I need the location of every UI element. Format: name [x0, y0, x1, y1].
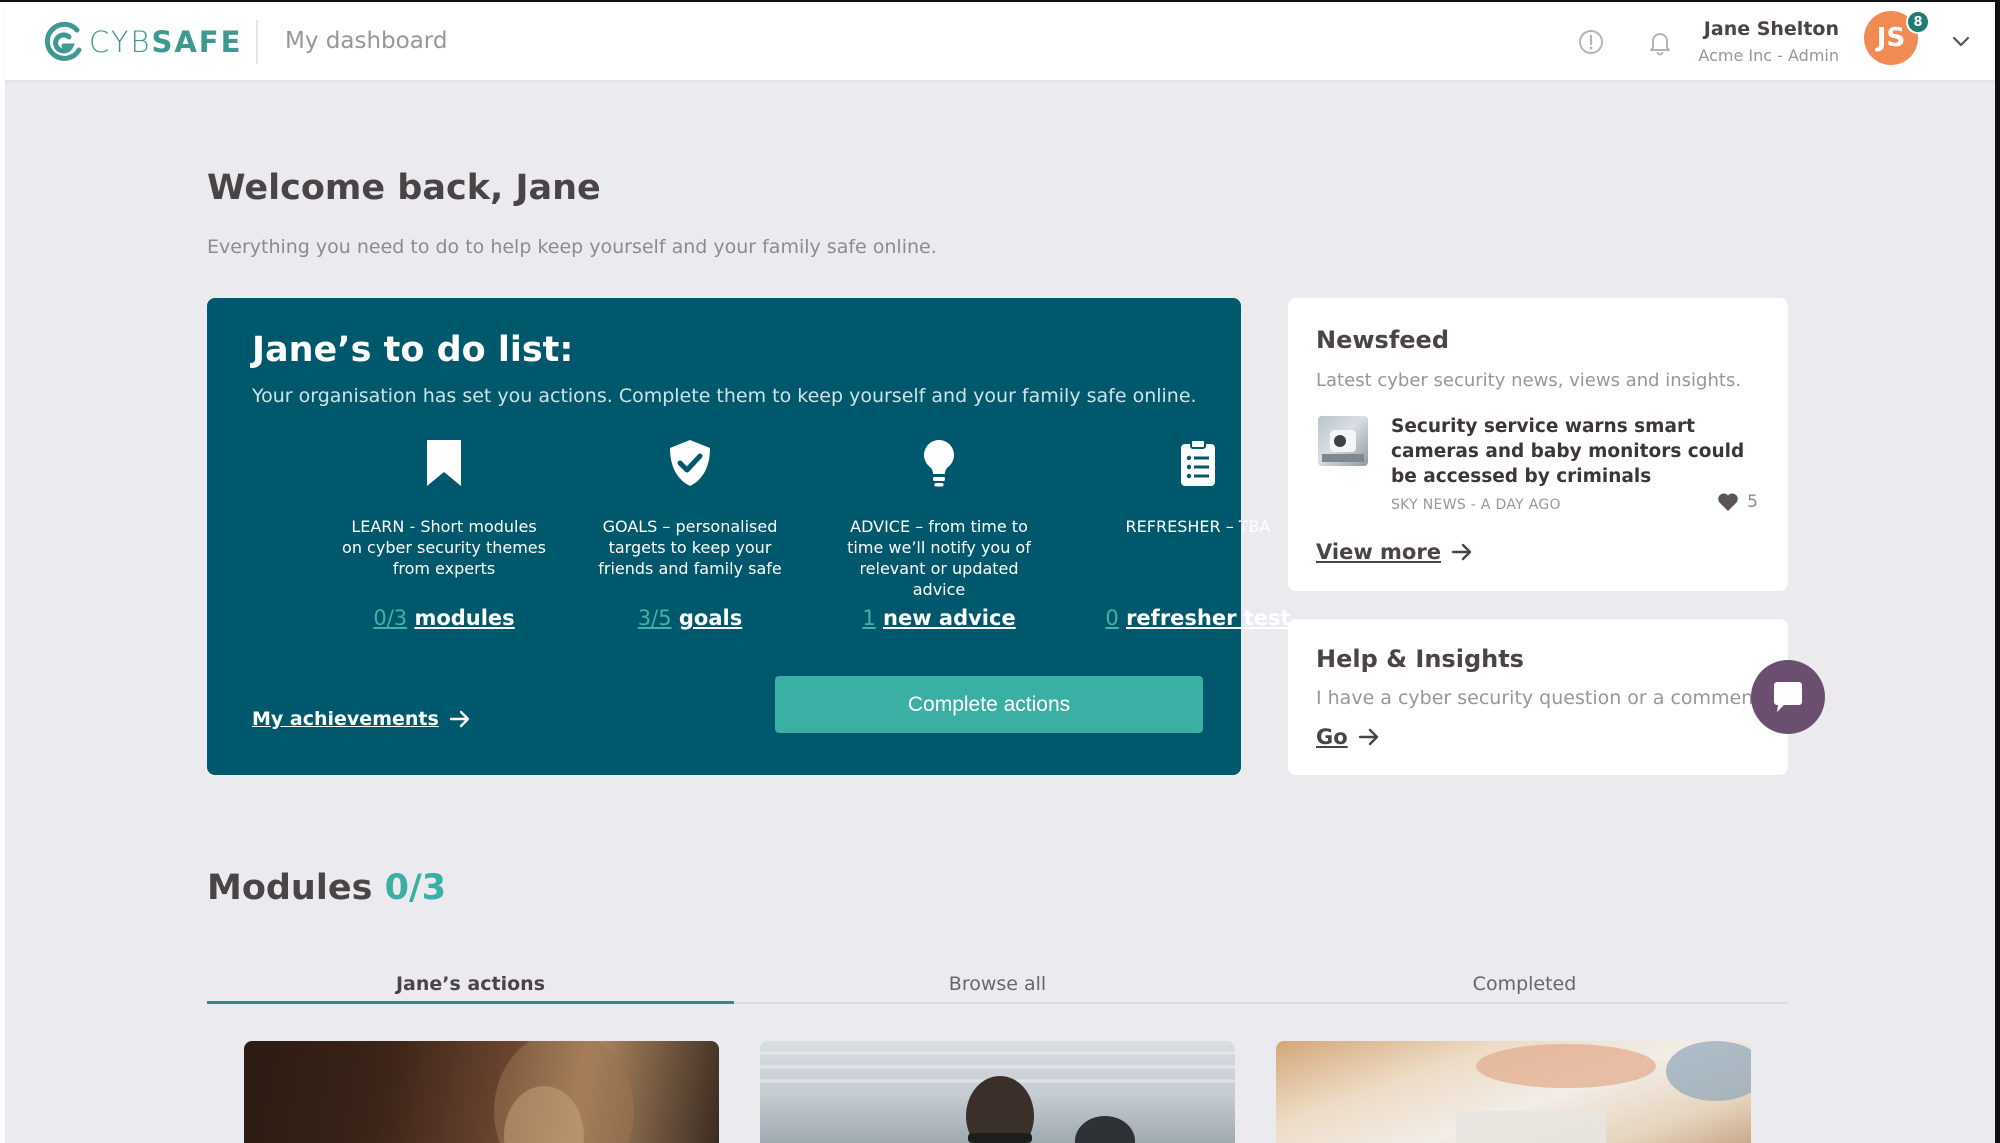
module-card-image[interactable] — [244, 1041, 719, 1143]
help-subtitle: I have a cyber security question or a co… — [1316, 687, 1761, 709]
refresher-test-link[interactable]: 0 refresher test — [1073, 606, 1323, 630]
modules-link[interactable]: 0/3 modules — [319, 606, 569, 630]
news-thumbnail[interactable] — [1318, 416, 1368, 466]
news-likes[interactable]: 5 — [1717, 492, 1758, 512]
alert-icon[interactable] — [1577, 28, 1605, 56]
todo-column-text: LEARN - Short modules on cyber security … — [342, 517, 546, 578]
todo-column-text: REFRESHER – TBA — [1125, 517, 1271, 536]
todo-column-text: GOALS – personalised targets to keep you… — [598, 517, 782, 578]
tab-browse-all[interactable]: Browse all — [734, 973, 1261, 995]
module-card-image[interactable] — [760, 1041, 1235, 1143]
todo-column-goals: GOALS – personalised targets to keep you… — [585, 438, 795, 579]
logo-mark-icon — [44, 21, 82, 61]
todo-card: Jane’s to do list: Your organisation has… — [207, 298, 1291, 775]
logo-text: CYBSAFE — [89, 25, 243, 59]
notification-count-badge: 8 — [1906, 10, 1930, 34]
news-meta: SKY NEWS - A DAY AGO — [1391, 497, 1561, 513]
arrow-right-icon — [449, 710, 469, 728]
new-advice-link[interactable]: 1 new advice — [814, 606, 1064, 630]
todo-column-learn: LEARN - Short modules on cyber security … — [339, 438, 549, 579]
newsfeed-title: Newsfeed — [1316, 326, 1449, 354]
module-card-image[interactable] — [1276, 1041, 1751, 1143]
clipboard-icon — [1181, 439, 1215, 486]
laptop-photo — [1456, 1041, 1751, 1143]
modules-tabs: Jane’s actions Browse all Completed — [207, 970, 1788, 1004]
todo-subtitle: Your organisation has set you actions. C… — [252, 385, 1197, 407]
office-photo — [760, 1051, 1235, 1143]
page-title: My dashboard — [285, 28, 448, 54]
user-org: Acme Inc - Admin — [1698, 46, 1839, 65]
bell-icon[interactable] — [1646, 28, 1674, 56]
newsfeed-card: Newsfeed Latest cyber security news, vie… — [1288, 298, 1788, 591]
arrow-right-icon — [1451, 543, 1472, 561]
chat-button[interactable] — [1751, 660, 1825, 734]
news-headline[interactable]: Security service warns smart cameras and… — [1391, 414, 1761, 489]
arrow-right-icon — [1358, 728, 1378, 746]
cybsafe-logo[interactable]: CYBSAFE — [43, 21, 242, 63]
newsfeed-subtitle: Latest cyber security news, views and in… — [1316, 370, 1742, 391]
todo-column-advice: ADVICE – from time to time we’ll notify … — [834, 438, 1044, 600]
todo-title: Jane’s to do list: — [252, 330, 574, 370]
person-photo — [494, 1041, 634, 1143]
modules-title: Modules 0/3 — [207, 868, 447, 908]
help-insights-card: Help & Insights I have a cyber security … — [1288, 619, 1788, 775]
bookmark-icon — [427, 440, 461, 486]
view-more-link[interactable]: View more — [1316, 540, 1473, 564]
camera-image — [1322, 430, 1364, 462]
my-achievements-link[interactable]: My achievements — [252, 708, 471, 730]
header-divider — [256, 20, 258, 64]
help-title: Help & Insights — [1316, 645, 1524, 673]
shield-check-icon — [670, 440, 710, 486]
chat-icon — [1774, 682, 1802, 712]
active-tab-indicator — [207, 1001, 734, 1004]
goals-link[interactable]: 3/5 goals — [565, 606, 815, 630]
tab-completed[interactable]: Completed — [1261, 973, 1788, 995]
lightbulb-icon — [924, 440, 954, 487]
welcome-title: Welcome back, Jane — [207, 168, 601, 208]
modules-count: 0/3 — [384, 868, 447, 908]
user-name[interactable]: Jane Shelton — [1704, 18, 1839, 40]
welcome-subtitle: Everything you need to do to help keep y… — [207, 236, 937, 258]
top-bar: CYBSAFE My dashboard Jane Shelton Acme I… — [5, 2, 1995, 80]
todo-column-text: ADVICE – from time to time we’ll notify … — [847, 517, 1031, 599]
heart-icon — [1718, 493, 1738, 511]
complete-actions-button[interactable]: Complete actions — [775, 676, 1203, 733]
chevron-down-icon[interactable] — [1950, 30, 1972, 52]
todo-column-refresher: REFRESHER – TBA — [1093, 438, 1303, 537]
tab-janes-actions[interactable]: Jane’s actions — [207, 973, 734, 995]
go-link[interactable]: Go — [1316, 725, 1380, 749]
